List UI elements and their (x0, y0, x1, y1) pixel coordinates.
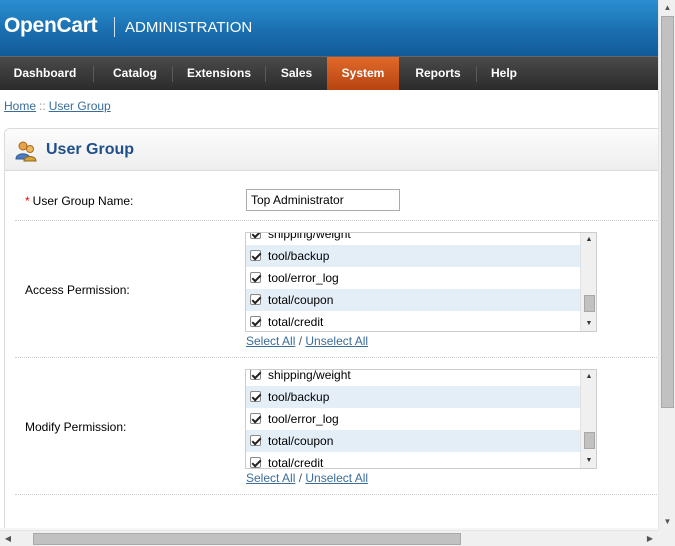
link-separator: / (298, 471, 303, 485)
list-item-label: shipping/weight (268, 232, 351, 241)
scroll-up-arrow-icon[interactable]: ▲ (659, 0, 675, 16)
menu-item-help[interactable]: Help (480, 57, 528, 90)
list-item[interactable]: tool/backup (246, 386, 580, 408)
main-menu: Dashboard Catalog Extensions Sales Syste… (0, 56, 658, 90)
checkbox[interactable] (250, 370, 261, 380)
list-item-label: total/coupon (268, 293, 334, 307)
checkbox[interactable] (250, 272, 261, 283)
list-item-label: total/coupon (268, 434, 334, 448)
scrollbar-thumb[interactable] (661, 16, 674, 408)
user-group-name-label-text: User Group Name: (32, 194, 134, 208)
user-group-name-label: * User Group Name: (25, 194, 133, 208)
menu-divider (93, 66, 94, 82)
list-item-label: tool/error_log (268, 412, 339, 426)
users-icon (15, 141, 37, 162)
header: OpenCart ADMINISTRATION (0, 0, 658, 56)
list-item-label: tool/backup (268, 249, 330, 263)
list-item[interactable]: total/credit (246, 452, 580, 469)
scroll-down-arrow-icon[interactable]: ▼ (581, 317, 596, 331)
page-title: User Group (46, 141, 135, 158)
menu-divider (476, 66, 477, 82)
checkbox[interactable] (250, 391, 261, 402)
checkbox[interactable] (250, 457, 261, 468)
breadcrumb-current-link[interactable]: User Group (49, 99, 111, 113)
scroll-left-arrow-icon[interactable]: ◀ (0, 531, 16, 546)
modify-permission-list[interactable]: shipping/weight tool/backup tool/error_l… (245, 369, 597, 469)
menu-item-extensions[interactable]: Extensions (180, 57, 258, 90)
content-box: User Group *User Group Name: Access Perm… (4, 128, 658, 528)
modify-permission-label: Modify Permission: (25, 420, 127, 434)
list-item[interactable]: shipping/weight (246, 369, 580, 386)
menu-item-dashboard[interactable]: Dashboard (6, 57, 84, 90)
list-scrollbar[interactable]: ▲ ▼ (580, 233, 596, 331)
checkbox[interactable] (250, 294, 261, 305)
access-permission-label: Access Permission: (25, 283, 130, 297)
required-mark: * (25, 194, 30, 208)
checkbox[interactable] (250, 316, 261, 327)
scrollbar-thumb[interactable] (584, 295, 595, 312)
menu-item-catalog[interactable]: Catalog (101, 57, 169, 90)
page-vertical-scrollbar[interactable]: ▲ ▼ (658, 0, 675, 530)
list-item[interactable]: tool/error_log (246, 267, 580, 289)
modify-select-links: Select All / Unselect All (246, 471, 368, 485)
breadcrumb-separator: :: (39, 99, 46, 113)
user-group-name-input[interactable] (246, 189, 400, 211)
page-horizontal-scrollbar[interactable]: ◀ ▶ (0, 530, 658, 546)
list-item-label: total/credit (268, 315, 324, 329)
access-unselect-all-link[interactable]: Unselect All (305, 334, 368, 348)
checkbox[interactable] (250, 233, 261, 239)
list-item[interactable]: total/coupon (246, 430, 580, 452)
list-scrollbar[interactable]: ▲ ▼ (580, 370, 596, 468)
checkbox[interactable] (250, 250, 261, 261)
page-viewport: OpenCart ADMINISTRATION Dashboard Catalo… (0, 0, 658, 528)
list-item[interactable]: tool/error_log (246, 408, 580, 430)
checkbox[interactable] (250, 435, 261, 446)
list-item[interactable]: total/coupon (246, 289, 580, 311)
list-item-label: total/credit (268, 456, 324, 469)
breadcrumb: Home:: User Group (4, 99, 111, 113)
list-item[interactable]: total/credit (246, 311, 580, 331)
link-separator: / (298, 334, 303, 348)
menu-item-sales[interactable]: Sales (270, 57, 323, 90)
scrollbar-corner (658, 530, 675, 546)
scroll-up-arrow-icon[interactable]: ▲ (581, 370, 596, 384)
list-item-label: tool/error_log (268, 271, 339, 285)
list-item[interactable]: shipping/weight (246, 232, 580, 245)
menu-item-reports[interactable]: Reports (403, 57, 473, 90)
menu-divider (265, 66, 266, 82)
logo-divider (114, 17, 115, 37)
breadcrumb-home-link[interactable]: Home (4, 99, 36, 113)
scroll-right-arrow-icon[interactable]: ▶ (642, 531, 658, 546)
logo[interactable]: OpenCart (4, 14, 98, 38)
menu-divider (172, 66, 173, 82)
scrollbar-thumb[interactable] (584, 432, 595, 449)
checkbox[interactable] (250, 413, 261, 424)
scroll-down-arrow-icon[interactable]: ▼ (659, 514, 675, 530)
header-subtitle: ADMINISTRATION (125, 19, 253, 36)
scroll-up-arrow-icon[interactable]: ▲ (581, 233, 596, 247)
access-permission-list[interactable]: shipping/weight tool/backup tool/error_l… (245, 232, 597, 332)
modify-unselect-all-link[interactable]: Unselect All (305, 471, 368, 485)
scroll-down-arrow-icon[interactable]: ▼ (581, 454, 596, 468)
scrollbar-thumb[interactable] (33, 533, 461, 545)
list-item[interactable]: tool/backup (246, 245, 580, 267)
box-heading: User Group (5, 129, 658, 171)
menu-item-system[interactable]: System (327, 57, 399, 90)
modify-select-all-link[interactable]: Select All (246, 471, 295, 485)
access-select-links: Select All / Unselect All (246, 334, 368, 348)
access-select-all-link[interactable]: Select All (246, 334, 295, 348)
list-item-label: tool/backup (268, 390, 330, 404)
list-item-label: shipping/weight (268, 369, 351, 382)
